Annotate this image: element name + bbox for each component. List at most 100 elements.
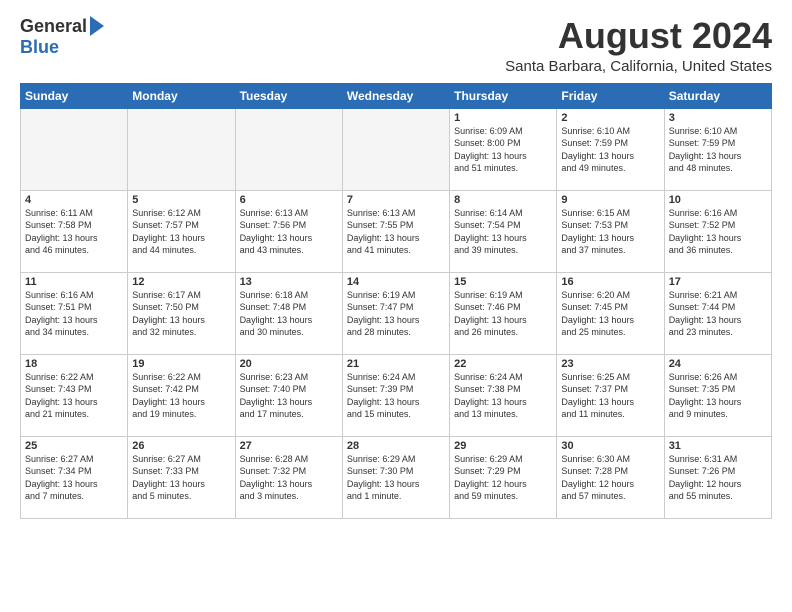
table-row: 18Sunrise: 6:22 AMSunset: 7:43 PMDayligh… [21, 354, 128, 436]
day-number: 1 [454, 112, 552, 124]
day-number: 15 [454, 276, 552, 288]
logo-arrow-icon [90, 16, 104, 36]
table-row [235, 108, 342, 190]
day-info: Sunrise: 6:16 AMSunset: 7:52 PMDaylight:… [669, 207, 767, 257]
day-info: Sunrise: 6:18 AMSunset: 7:48 PMDaylight:… [240, 289, 338, 339]
table-row: 25Sunrise: 6:27 AMSunset: 7:34 PMDayligh… [21, 436, 128, 518]
header-tuesday: Tuesday [235, 83, 342, 108]
day-info: Sunrise: 6:21 AMSunset: 7:44 PMDaylight:… [669, 289, 767, 339]
day-number: 6 [240, 194, 338, 206]
day-number: 28 [347, 440, 445, 452]
weekday-header-row: Sunday Monday Tuesday Wednesday Thursday… [21, 83, 772, 108]
table-row: 19Sunrise: 6:22 AMSunset: 7:42 PMDayligh… [128, 354, 235, 436]
table-row: 21Sunrise: 6:24 AMSunset: 7:39 PMDayligh… [342, 354, 449, 436]
day-info: Sunrise: 6:19 AMSunset: 7:47 PMDaylight:… [347, 289, 445, 339]
day-info: Sunrise: 6:29 AMSunset: 7:30 PMDaylight:… [347, 453, 445, 503]
table-row: 31Sunrise: 6:31 AMSunset: 7:26 PMDayligh… [664, 436, 771, 518]
day-number: 7 [347, 194, 445, 206]
table-row: 26Sunrise: 6:27 AMSunset: 7:33 PMDayligh… [128, 436, 235, 518]
calendar: Sunday Monday Tuesday Wednesday Thursday… [20, 83, 772, 519]
table-row: 24Sunrise: 6:26 AMSunset: 7:35 PMDayligh… [664, 354, 771, 436]
day-number: 2 [561, 112, 659, 124]
table-row: 29Sunrise: 6:29 AMSunset: 7:29 PMDayligh… [450, 436, 557, 518]
day-info: Sunrise: 6:22 AMSunset: 7:43 PMDaylight:… [25, 371, 123, 421]
table-row: 17Sunrise: 6:21 AMSunset: 7:44 PMDayligh… [664, 272, 771, 354]
day-number: 25 [25, 440, 123, 452]
day-info: Sunrise: 6:15 AMSunset: 7:53 PMDaylight:… [561, 207, 659, 257]
calendar-week-row: 4Sunrise: 6:11 AMSunset: 7:58 PMDaylight… [21, 190, 772, 272]
table-row: 5Sunrise: 6:12 AMSunset: 7:57 PMDaylight… [128, 190, 235, 272]
day-info: Sunrise: 6:10 AMSunset: 7:59 PMDaylight:… [561, 125, 659, 175]
table-row: 1Sunrise: 6:09 AMSunset: 8:00 PMDaylight… [450, 108, 557, 190]
day-info: Sunrise: 6:27 AMSunset: 7:34 PMDaylight:… [25, 453, 123, 503]
header-thursday: Thursday [450, 83, 557, 108]
table-row: 22Sunrise: 6:24 AMSunset: 7:38 PMDayligh… [450, 354, 557, 436]
table-row: 6Sunrise: 6:13 AMSunset: 7:56 PMDaylight… [235, 190, 342, 272]
day-number: 22 [454, 358, 552, 370]
day-number: 18 [25, 358, 123, 370]
calendar-week-row: 1Sunrise: 6:09 AMSunset: 8:00 PMDaylight… [21, 108, 772, 190]
day-number: 9 [561, 194, 659, 206]
calendar-week-row: 25Sunrise: 6:27 AMSunset: 7:34 PMDayligh… [21, 436, 772, 518]
table-row: 12Sunrise: 6:17 AMSunset: 7:50 PMDayligh… [128, 272, 235, 354]
table-row: 23Sunrise: 6:25 AMSunset: 7:37 PMDayligh… [557, 354, 664, 436]
day-info: Sunrise: 6:26 AMSunset: 7:35 PMDaylight:… [669, 371, 767, 421]
day-number: 19 [132, 358, 230, 370]
table-row: 15Sunrise: 6:19 AMSunset: 7:46 PMDayligh… [450, 272, 557, 354]
page: General Blue August 2024 Santa Barbara, … [0, 0, 792, 612]
day-number: 21 [347, 358, 445, 370]
day-info: Sunrise: 6:14 AMSunset: 7:54 PMDaylight:… [454, 207, 552, 257]
day-number: 20 [240, 358, 338, 370]
logo-blue: Blue [20, 37, 59, 58]
day-info: Sunrise: 6:10 AMSunset: 7:59 PMDaylight:… [669, 125, 767, 175]
day-number: 17 [669, 276, 767, 288]
day-info: Sunrise: 6:31 AMSunset: 7:26 PMDaylight:… [669, 453, 767, 503]
subtitle: Santa Barbara, California, United States [505, 58, 772, 75]
header-wednesday: Wednesday [342, 83, 449, 108]
day-info: Sunrise: 6:16 AMSunset: 7:51 PMDaylight:… [25, 289, 123, 339]
day-number: 4 [25, 194, 123, 206]
day-number: 30 [561, 440, 659, 452]
calendar-week-row: 11Sunrise: 6:16 AMSunset: 7:51 PMDayligh… [21, 272, 772, 354]
day-number: 3 [669, 112, 767, 124]
logo-general: General [20, 16, 87, 37]
main-title: August 2024 [505, 16, 772, 56]
day-number: 14 [347, 276, 445, 288]
header-monday: Monday [128, 83, 235, 108]
day-info: Sunrise: 6:29 AMSunset: 7:29 PMDaylight:… [454, 453, 552, 503]
table-row [342, 108, 449, 190]
table-row: 28Sunrise: 6:29 AMSunset: 7:30 PMDayligh… [342, 436, 449, 518]
day-info: Sunrise: 6:17 AMSunset: 7:50 PMDaylight:… [132, 289, 230, 339]
day-number: 29 [454, 440, 552, 452]
header-saturday: Saturday [664, 83, 771, 108]
day-info: Sunrise: 6:12 AMSunset: 7:57 PMDaylight:… [132, 207, 230, 257]
day-info: Sunrise: 6:19 AMSunset: 7:46 PMDaylight:… [454, 289, 552, 339]
header-friday: Friday [557, 83, 664, 108]
day-number: 23 [561, 358, 659, 370]
day-number: 31 [669, 440, 767, 452]
table-row: 13Sunrise: 6:18 AMSunset: 7:48 PMDayligh… [235, 272, 342, 354]
day-number: 11 [25, 276, 123, 288]
table-row [128, 108, 235, 190]
title-section: August 2024 Santa Barbara, California, U… [505, 16, 772, 75]
table-row: 14Sunrise: 6:19 AMSunset: 7:47 PMDayligh… [342, 272, 449, 354]
day-info: Sunrise: 6:23 AMSunset: 7:40 PMDaylight:… [240, 371, 338, 421]
day-info: Sunrise: 6:28 AMSunset: 7:32 PMDaylight:… [240, 453, 338, 503]
day-number: 27 [240, 440, 338, 452]
day-info: Sunrise: 6:13 AMSunset: 7:55 PMDaylight:… [347, 207, 445, 257]
table-row: 10Sunrise: 6:16 AMSunset: 7:52 PMDayligh… [664, 190, 771, 272]
table-row: 3Sunrise: 6:10 AMSunset: 7:59 PMDaylight… [664, 108, 771, 190]
table-row: 9Sunrise: 6:15 AMSunset: 7:53 PMDaylight… [557, 190, 664, 272]
header: General Blue August 2024 Santa Barbara, … [20, 16, 772, 75]
day-info: Sunrise: 6:13 AMSunset: 7:56 PMDaylight:… [240, 207, 338, 257]
header-sunday: Sunday [21, 83, 128, 108]
day-info: Sunrise: 6:09 AMSunset: 8:00 PMDaylight:… [454, 125, 552, 175]
table-row: 16Sunrise: 6:20 AMSunset: 7:45 PMDayligh… [557, 272, 664, 354]
table-row: 7Sunrise: 6:13 AMSunset: 7:55 PMDaylight… [342, 190, 449, 272]
calendar-week-row: 18Sunrise: 6:22 AMSunset: 7:43 PMDayligh… [21, 354, 772, 436]
table-row: 2Sunrise: 6:10 AMSunset: 7:59 PMDaylight… [557, 108, 664, 190]
day-number: 8 [454, 194, 552, 206]
day-number: 26 [132, 440, 230, 452]
day-number: 5 [132, 194, 230, 206]
table-row: 11Sunrise: 6:16 AMSunset: 7:51 PMDayligh… [21, 272, 128, 354]
